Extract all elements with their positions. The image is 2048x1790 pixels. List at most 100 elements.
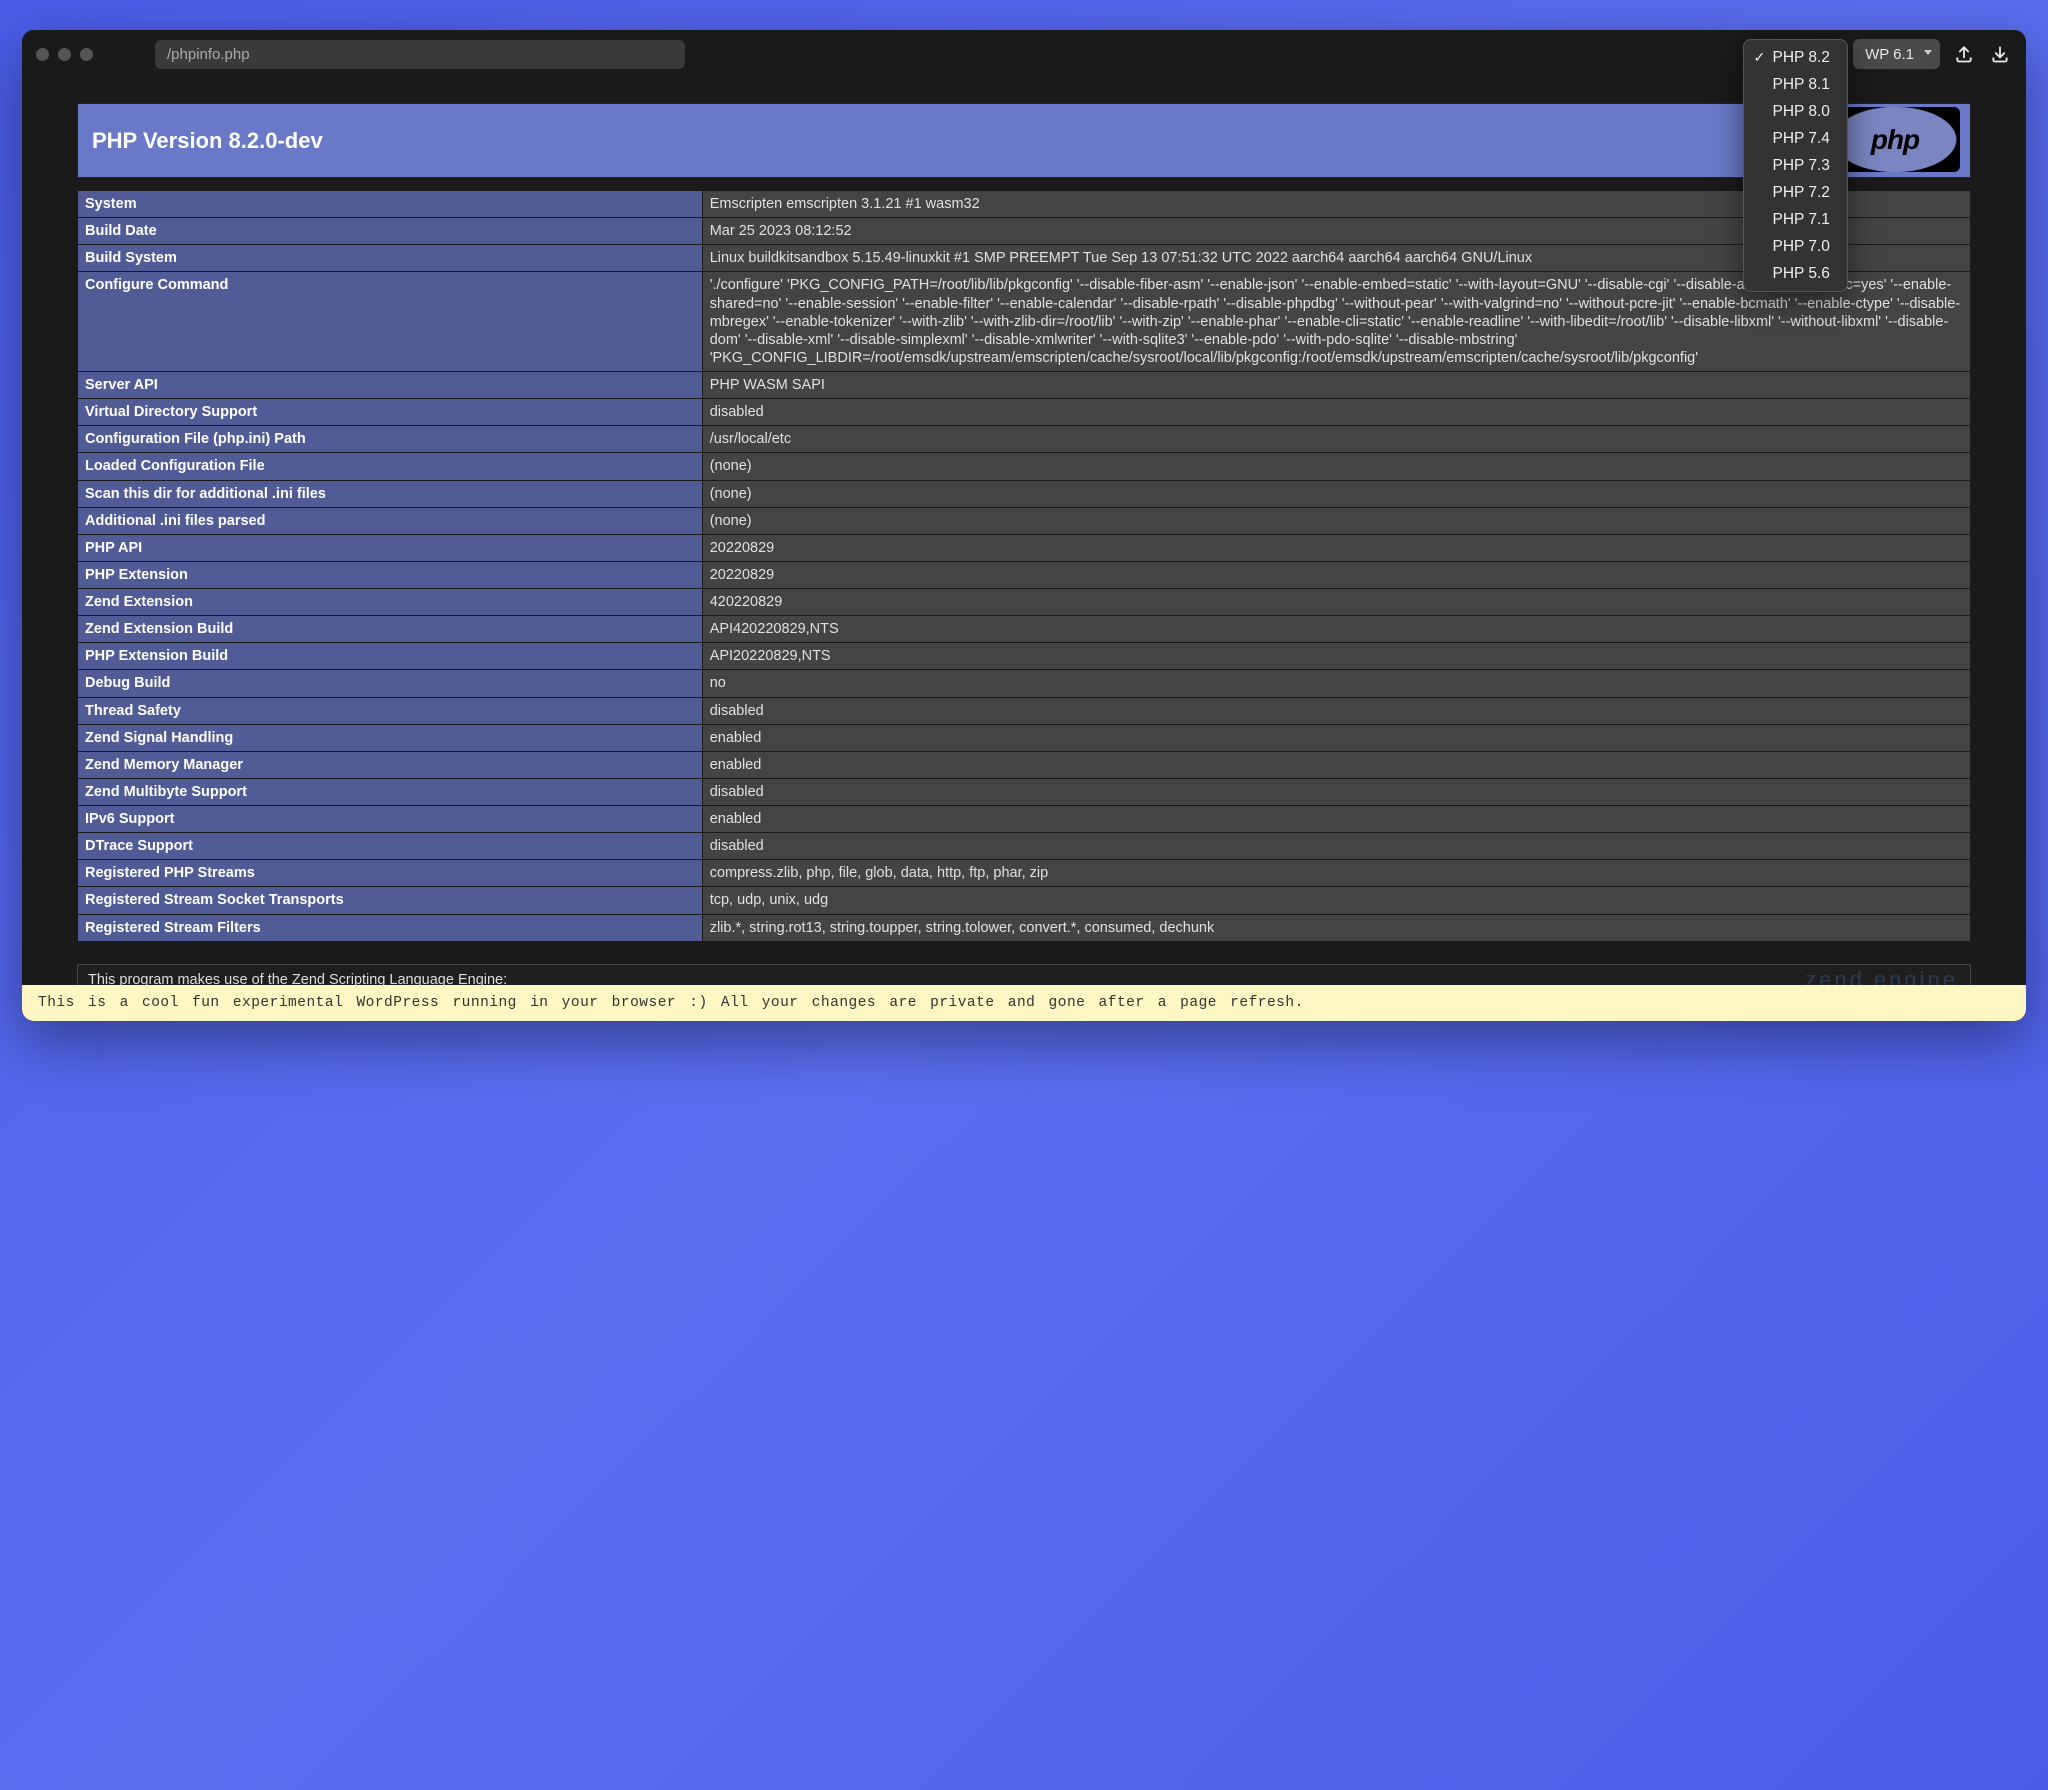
table-row: Registered Stream Filterszlib.*, string.… [78,914,1971,941]
info-banner: This is a cool fun experimental WordPres… [22,985,2026,1021]
page-title: PHP Version 8.2.0-dev [92,128,323,154]
address-input[interactable] [155,40,685,69]
info-value: (none) [702,453,1970,480]
content-area: PHP Version 8.2.0-dev php SystemEmscript… [22,78,2026,1021]
phpinfo-table: SystemEmscripten emscripten 3.1.21 #1 wa… [77,190,1971,942]
table-row: Zend Memory Managerenabled [78,751,1971,778]
info-key: PHP Extension [78,561,703,588]
info-key: Virtual Directory Support [78,399,703,426]
php-logo-text: php [1871,124,1919,156]
table-row: Debug Buildno [78,670,1971,697]
window-controls [36,48,93,61]
php-version-option[interactable]: PHP 8.0 [1744,98,1847,125]
table-row: Zend Extension420220829 [78,589,1971,616]
info-key: Additional .ini files parsed [78,507,703,534]
info-value: (none) [702,480,1970,507]
table-row: Zend Extension BuildAPI420220829,NTS [78,616,1971,643]
upload-icon[interactable] [1952,42,1976,66]
info-value: tcp, udp, unix, udg [702,887,1970,914]
php-version-option[interactable]: PHP 7.3 [1744,152,1847,179]
table-row: Zend Multibyte Supportdisabled [78,778,1971,805]
info-value: PHP WASM SAPI [702,372,1970,399]
info-value: enabled [702,751,1970,778]
info-key: Registered Stream Filters [78,914,703,941]
table-row: Loaded Configuration File(none) [78,453,1971,480]
info-value: zlib.*, string.rot13, string.toupper, st… [702,914,1970,941]
php-version-option[interactable]: PHP 5.6 [1744,260,1847,287]
info-value: disabled [702,833,1970,860]
table-row: DTrace Supportdisabled [78,833,1971,860]
info-key: Configuration File (php.ini) Path [78,426,703,453]
info-value: /usr/local/etc [702,426,1970,453]
download-icon[interactable] [1988,42,2012,66]
php-version-option[interactable]: PHP 7.1 [1744,206,1847,233]
info-key: Loaded Configuration File [78,453,703,480]
info-key: Build System [78,245,703,272]
table-row: Build DateMar 25 2023 08:12:52 [78,218,1971,245]
table-row: IPv6 Supportenabled [78,806,1971,833]
maximize-window-dot[interactable] [80,48,93,61]
table-row: SystemEmscripten emscripten 3.1.21 #1 wa… [78,191,1971,218]
php-version-option[interactable]: PHP 7.0 [1744,233,1847,260]
info-key: Configure Command [78,272,703,372]
info-key: Zend Signal Handling [78,724,703,751]
app-window: PHP 8.2 PHP 8.2PHP 8.1PHP 8.0PHP 7.4PHP … [22,30,2026,1021]
info-value: 20220829 [702,534,1970,561]
table-row: Scan this dir for additional .ini files(… [78,480,1971,507]
info-key: Scan this dir for additional .ini files [78,480,703,507]
wp-version-label: WP 6.1 [1865,46,1914,63]
info-key: Server API [78,372,703,399]
info-key: Zend Multibyte Support [78,778,703,805]
info-value: compress.zlib, php, file, glob, data, ht… [702,860,1970,887]
info-value: no [702,670,1970,697]
info-value: enabled [702,806,1970,833]
info-value: 20220829 [702,561,1970,588]
table-row: Server APIPHP WASM SAPI [78,372,1971,399]
php-logo: php [1830,107,1960,172]
info-value: disabled [702,697,1970,724]
table-row: Configure Command'./configure' 'PKG_CONF… [78,272,1971,372]
table-row: Virtual Directory Supportdisabled [78,399,1971,426]
info-key: System [78,191,703,218]
php-version-option[interactable]: PHP 8.2 [1744,44,1847,71]
info-key: PHP API [78,534,703,561]
table-row: Zend Signal Handlingenabled [78,724,1971,751]
info-key: Zend Memory Manager [78,751,703,778]
info-value: enabled [702,724,1970,751]
close-window-dot[interactable] [36,48,49,61]
php-version-option[interactable]: PHP 8.1 [1744,71,1847,98]
info-key: Registered PHP Streams [78,860,703,887]
info-key: DTrace Support [78,833,703,860]
info-key: PHP Extension Build [78,643,703,670]
table-row: PHP API20220829 [78,534,1971,561]
table-row: PHP Extension20220829 [78,561,1971,588]
info-key: Zend Extension [78,589,703,616]
info-key: Zend Extension Build [78,616,703,643]
minimize-window-dot[interactable] [58,48,71,61]
php-version-dropdown: PHP 8.2PHP 8.1PHP 8.0PHP 7.4PHP 7.3PHP 7… [1743,39,1848,292]
table-row: Configuration File (php.ini) Path/usr/lo… [78,426,1971,453]
info-key: Debug Build [78,670,703,697]
table-row: Build SystemLinux buildkitsandbox 5.15.4… [78,245,1971,272]
info-value: 420220829 [702,589,1970,616]
toolbar: PHP 8.2 PHP 8.2PHP 8.1PHP 8.0PHP 7.4PHP … [22,30,2026,78]
info-key: Registered Stream Socket Transports [78,887,703,914]
table-row: Additional .ini files parsed(none) [78,507,1971,534]
table-row: Thread Safetydisabled [78,697,1971,724]
wp-version-selector[interactable]: WP 6.1 [1853,39,1940,69]
php-version-option[interactable]: PHP 7.4 [1744,125,1847,152]
info-key: Build Date [78,218,703,245]
info-value: disabled [702,778,1970,805]
php-version-selector[interactable]: PHP 8.2 PHP 8.2PHP 8.1PHP 8.0PHP 7.4PHP … [1747,39,1841,69]
table-row: Registered Stream Socket Transportstcp, … [78,887,1971,914]
info-value: disabled [702,399,1970,426]
table-row: PHP Extension BuildAPI20220829,NTS [78,643,1971,670]
info-value: API20220829,NTS [702,643,1970,670]
info-value: API420220829,NTS [702,616,1970,643]
php-version-option[interactable]: PHP 7.2 [1744,179,1847,206]
table-row: Registered PHP Streamscompress.zlib, php… [78,860,1971,887]
info-key: Thread Safety [78,697,703,724]
info-key: IPv6 Support [78,806,703,833]
phpinfo-header: PHP Version 8.2.0-dev php [77,103,1971,178]
info-value: (none) [702,507,1970,534]
